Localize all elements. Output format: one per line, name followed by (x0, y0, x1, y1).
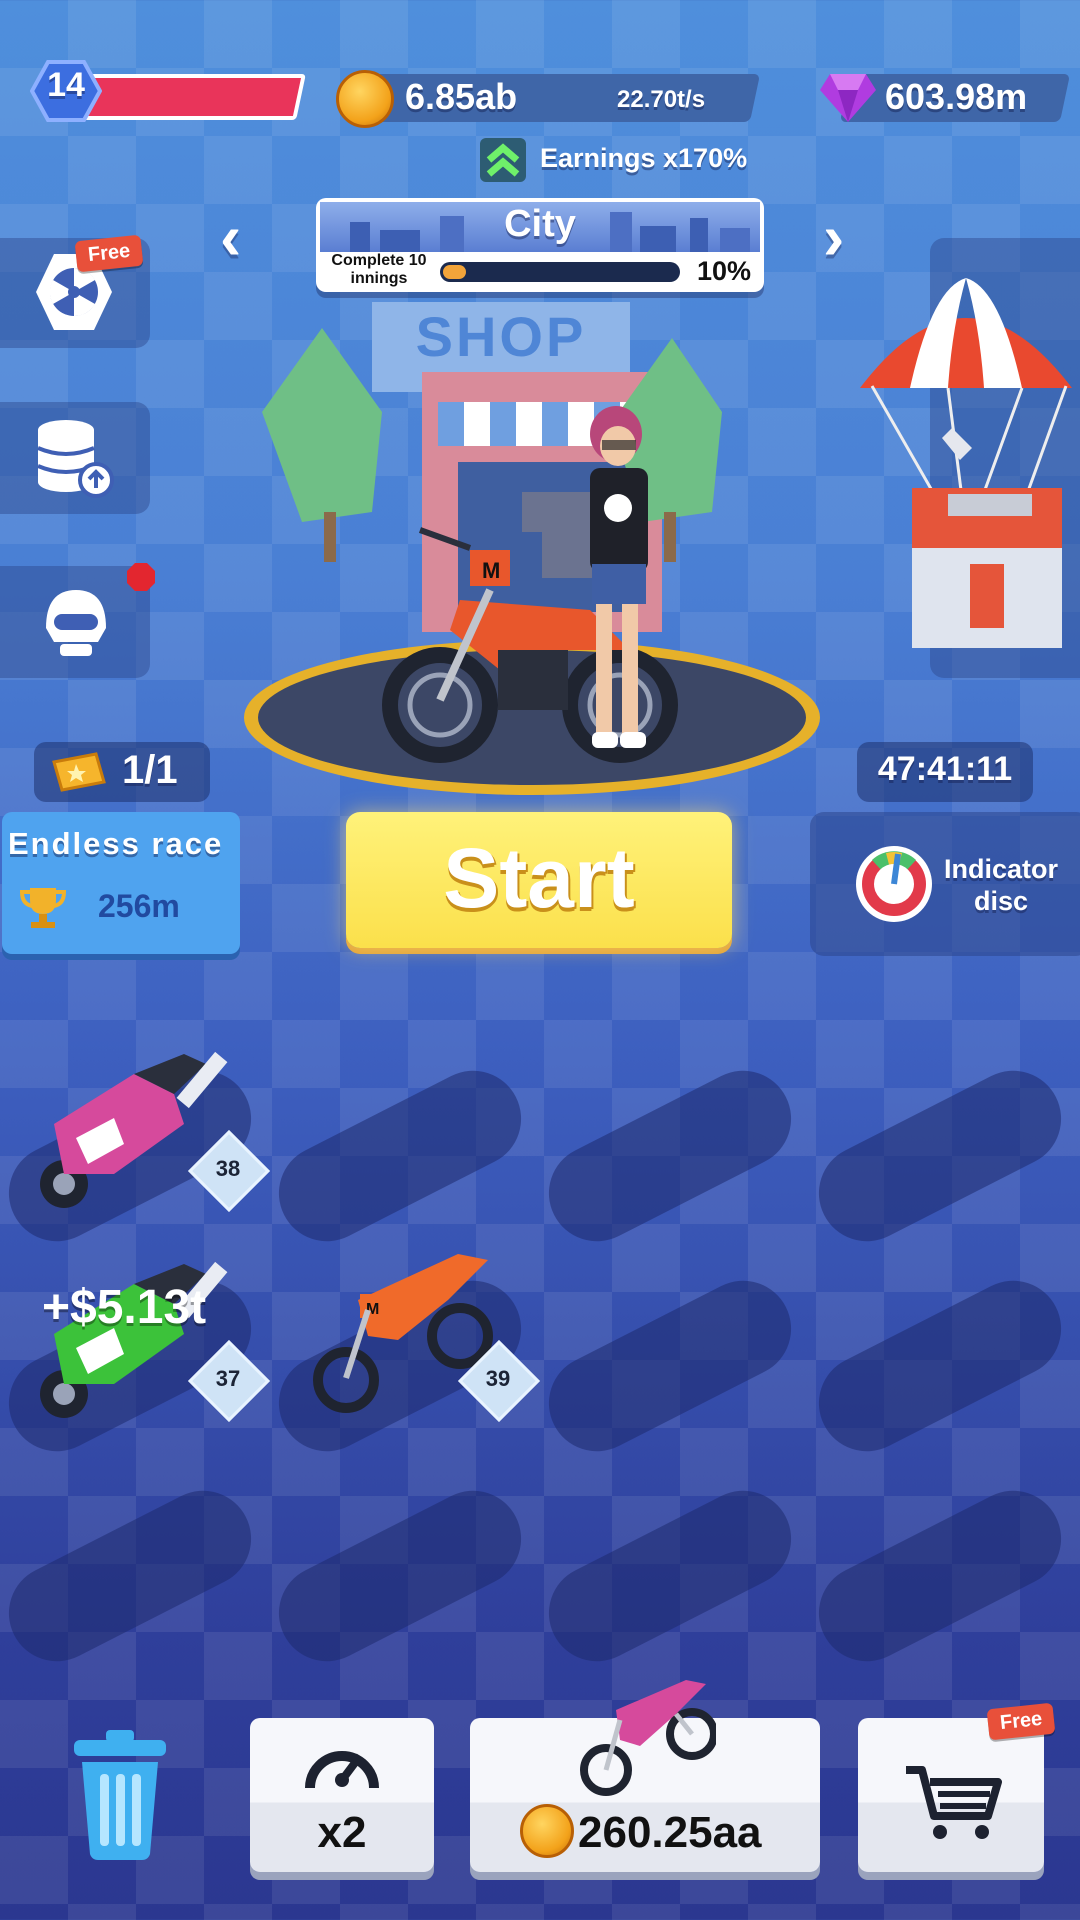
rider-character[interactable] (562, 398, 672, 768)
earnings-boost-label: Earnings x170% (540, 143, 748, 173)
endless-best-distance: 256m (98, 888, 180, 924)
bike-level-text: 38 (215, 1156, 241, 1181)
coin-icon (336, 70, 394, 128)
coin-icon (520, 1804, 574, 1858)
svg-text:M: M (482, 558, 500, 583)
stage-task: Complete 10 innings (331, 252, 427, 287)
helmet-icon (46, 590, 106, 656)
shop-sign: SHOP (415, 305, 587, 368)
stage-title: City (504, 203, 576, 245)
earnings-boost-icon[interactable] (480, 138, 526, 182)
gems-value: 603.98m (885, 76, 1028, 117)
buy-bike-preview (580, 1680, 716, 1796)
bike-level-text: 37 (215, 1366, 241, 1391)
gem-icon (820, 74, 876, 122)
speed-boost-label: x2 (317, 1808, 367, 1857)
trash-icon[interactable] (70, 1726, 170, 1862)
level-progress-bar (80, 74, 306, 120)
level-number: 14 (47, 66, 85, 104)
floating-income: +$5.13t (42, 1281, 207, 1334)
ticket-count: 1/1 (122, 748, 178, 792)
start-button-label: Start (443, 831, 635, 925)
parachute-crate-icon[interactable] (852, 268, 1080, 688)
stage-progress-fill (443, 265, 466, 279)
bike-level-text: 39 (485, 1366, 511, 1391)
gauge-disc-icon (856, 846, 932, 922)
stage-progress-label: 10% (697, 256, 752, 286)
database-icon (37, 420, 114, 498)
cart-icon (906, 1766, 1002, 1839)
shop-button[interactable] (858, 1718, 1044, 1872)
database-upgrade-button[interactable] (0, 402, 150, 514)
endless-race-title: Endless race (8, 826, 224, 861)
coins-value: 6.85ab (405, 76, 518, 117)
ticket-icon (52, 752, 106, 792)
notification-dot-icon (127, 563, 155, 591)
event-timer: 47:41:11 (877, 750, 1013, 788)
indicator-disc-label: Indicator disc (943, 854, 1058, 916)
trophy-icon (19, 888, 67, 928)
stage-progress-track (440, 262, 680, 282)
speedometer-icon (305, 1751, 379, 1789)
coin-rate: 22.70t/s (617, 86, 706, 113)
buy-bike-price: 260.25aa (578, 1808, 762, 1857)
prev-stage-arrow-icon[interactable]: ‹ (220, 200, 241, 274)
next-stage-arrow-icon[interactable]: › (823, 200, 844, 274)
